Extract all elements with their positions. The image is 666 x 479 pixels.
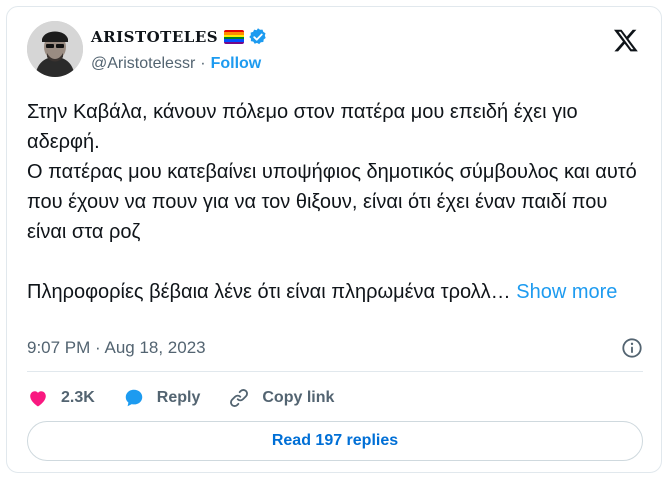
tweet-text: Στην Καβάλα, κάνουν πόλεμο στον πατέρα μ… [27,97,647,307]
speech-bubble-icon [125,389,143,407]
rainbow-flag-icon [224,30,245,44]
display-name[interactable]: ARISTOTELES [91,28,218,46]
copy-link-label: Copy link [262,389,335,406]
action-bar: 2.3K Reply Copy link [27,383,362,413]
info-icon[interactable] [621,337,643,359]
avatar-image [27,21,83,77]
link-icon [230,389,249,407]
meta-row: 9:07 PM · Aug 18, 2023 [27,335,643,361]
tweet-paragraph-truncated: Πληροφορίες βέβαια λένε ότι είναι πληρωμ… [27,281,511,303]
show-more-link[interactable]: Show more [516,281,617,303]
name-row: ARISTOTELES [91,25,268,49]
reply-button[interactable]: Reply [123,387,201,409]
copy-link-button[interactable]: Copy link [228,387,334,409]
like-button[interactable]: 2.3K [27,387,95,409]
heart-icon [30,391,46,407]
tweet-paragraph: Στην Καβάλα, κάνουν πόλεμο στον πατέρα μ… [27,101,578,153]
verified-badge-icon [249,28,266,45]
x-logo-icon[interactable] [613,27,639,53]
author-info: ARISTOTELES @Aristotelessr · Follow [91,25,268,75]
follow-button[interactable]: Follow [211,55,262,73]
tweet-card: ARISTOTELES @Aristotelessr · Follow Στην… [6,6,662,473]
like-count: 2.3K [61,389,95,406]
avatar[interactable] [27,21,83,77]
tweet-timestamp[interactable]: 9:07 PM · Aug 18, 2023 [27,338,206,358]
author-handle[interactable]: @Aristotelessr [91,55,195,73]
reply-label: Reply [156,389,201,406]
tweet-paragraph: Ο πατέρας μου κατεβαίνει υποψήφιος δημοτ… [27,161,637,243]
handle-row: @Aristotelessr · Follow [91,53,268,75]
tweet-paragraph-last: Πληροφορίες βέβαια λένε ότι είναι πληρωμ… [27,277,647,307]
divider [27,371,643,372]
tweet-header: ARISTOTELES @Aristotelessr · Follow [27,21,643,77]
separator-dot: · [200,55,206,72]
read-replies-button[interactable]: Read 197 replies [27,421,643,461]
